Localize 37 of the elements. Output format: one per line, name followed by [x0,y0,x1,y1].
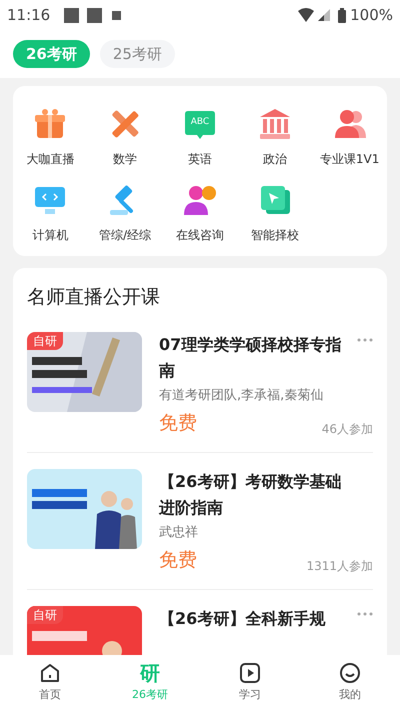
participant-count: 1311人参加 [306,558,373,574]
home-icon [39,662,61,684]
teacher-names: 有道考研团队,李承福,秦菊仙 [159,386,324,404]
course-title[interactable]: 【26考研】考研数学基础进阶指南 [159,468,349,520]
notification-icon [64,8,80,22]
category-item[interactable]: 专业课1V1 [312,106,387,168]
notification-icon [112,10,122,20]
badge: 自研 [27,606,63,624]
course-title[interactable]: 【26考研】全科新手规 [159,606,349,632]
price: 免费 [159,548,197,573]
status-time: 11:16 [7,4,50,26]
category-item[interactable]: 智能择校 [237,182,312,244]
participant-count: 46人参加 [322,420,373,438]
course-title[interactable]: 07理学类学硕择校择专指南 [159,332,349,384]
nav-item[interactable]: 首页 [0,655,100,710]
nav-item[interactable]: 学习 [200,655,300,710]
category-item[interactable]: ABC 英语 [162,106,238,168]
notification-icon [87,8,102,22]
section-title: 名师直播公开课 [27,285,161,310]
category-item[interactable]: 在线咨询 [162,182,238,244]
category-item[interactable]: 政治 [237,106,312,168]
category-item[interactable]: 大咖直播 [13,106,88,168]
signal-icon [318,9,330,21]
nav-item[interactable]: 我的 [300,655,400,710]
battery-icon [338,8,346,22]
play-icon [239,662,261,684]
more-icon[interactable] [357,338,373,342]
price: 免费 [159,411,197,436]
teacher-names: 武忠祥 [159,524,199,542]
category-item[interactable]: 计算机 [13,182,88,244]
wifi-icon [298,8,314,22]
category-item[interactable]: 数学 [88,106,163,168]
badge: 自研 [27,332,63,350]
smiley-icon [339,662,361,684]
category-item[interactable]: 管综/经综 [88,182,163,244]
battery-level: 100% [350,4,393,26]
more-icon[interactable] [357,612,373,616]
